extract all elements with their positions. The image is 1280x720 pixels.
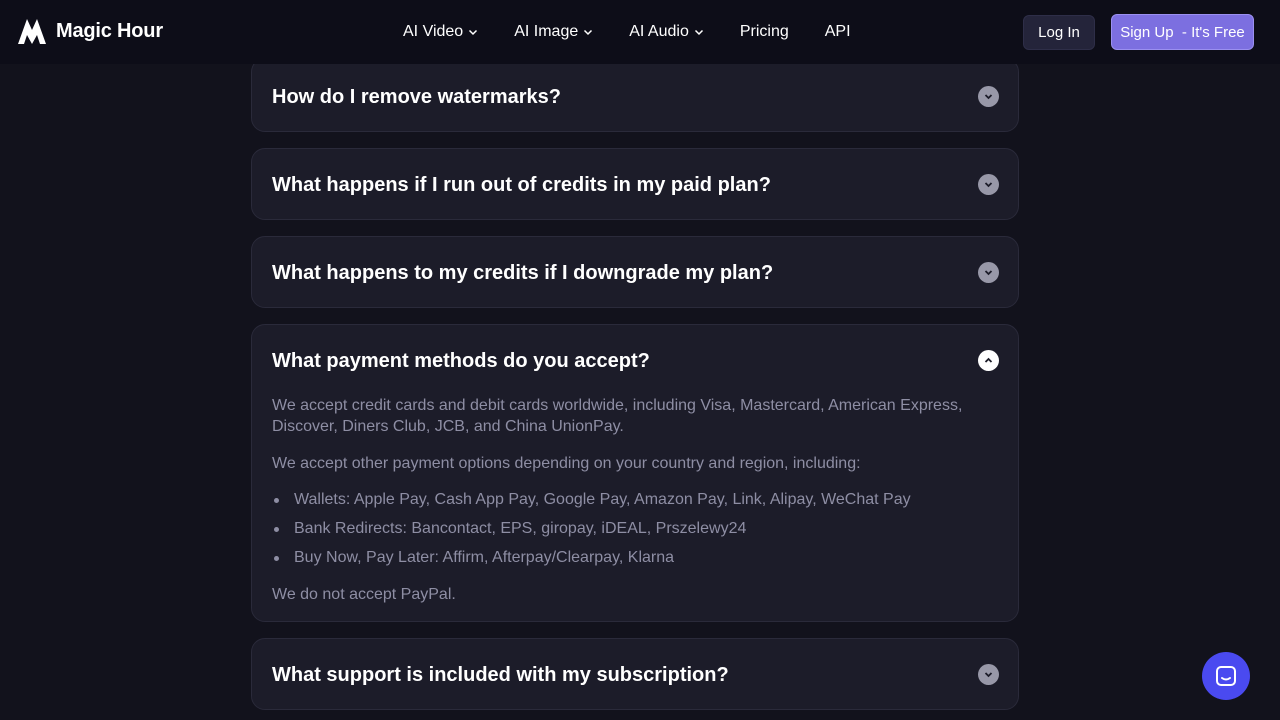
chevron-down-icon	[469, 29, 478, 36]
top-navbar: Magic Hour AI Video AI Image AI Audio Pr…	[0, 0, 1280, 64]
nav-ai-image[interactable]: AI Image	[514, 23, 593, 41]
main-nav: AI Video AI Image AI Audio Pricing API	[403, 0, 887, 64]
faq-question: What support is included with my subscri…	[272, 664, 729, 686]
brand-name: Magic Hour	[56, 19, 163, 42]
chevron-down-icon	[694, 29, 703, 36]
chat-launcher-button[interactable]	[1202, 652, 1250, 700]
nav-ai-video-label: AI Video	[403, 23, 464, 40]
payment-options-list: Wallets: Apple Pay, Cash App Pay, Google…	[272, 485, 972, 572]
list-item: Bank Redirects: Bancontact, EPS, giropay…	[272, 514, 972, 543]
nav-api[interactable]: API	[825, 23, 851, 41]
faq-question: What happens if I run out of credits in …	[272, 174, 771, 196]
faq-item-payment-methods[interactable]: What payment methods do you accept? We a…	[251, 324, 1019, 622]
page-scrollbar[interactable]	[1268, 64, 1280, 720]
nav-ai-image-label: AI Image	[514, 23, 579, 40]
faq-question: What happens to my credits if I downgrad…	[272, 262, 774, 284]
chevron-up-icon[interactable]	[978, 350, 999, 371]
chevron-down-icon[interactable]	[978, 664, 999, 685]
faq-item-downgrade-plan[interactable]: What happens to my credits if I downgrad…	[251, 236, 1019, 308]
faq-item-remove-watermarks[interactable]: How do I remove watermarks?	[251, 58, 1019, 132]
faq-question: How do I remove watermarks?	[272, 86, 561, 108]
chevron-down-icon[interactable]	[978, 262, 999, 283]
chevron-down-icon[interactable]	[978, 86, 999, 107]
nav-api-label: API	[824, 23, 851, 40]
nav-ai-video[interactable]: AI Video	[403, 23, 478, 41]
nav-ai-audio-label: AI Audio	[629, 23, 689, 40]
signup-button[interactable]: Sign Up - It's Free	[1111, 14, 1254, 50]
faq-question: What payment methods do you accept?	[272, 350, 650, 372]
magic-hour-logo-icon	[18, 19, 46, 44]
chevron-down-icon	[584, 29, 593, 36]
faq-answer-paragraph-paypal: We do not accept PayPal.	[272, 586, 456, 603]
login-button[interactable]: Log In	[1023, 15, 1095, 50]
brand-link[interactable]: Magic Hour	[16, 16, 163, 46]
list-item: Buy Now, Pay Later: Affirm, Afterpay/Cle…	[272, 543, 972, 572]
nav-pricing[interactable]: Pricing	[740, 23, 789, 41]
chat-icon	[1216, 666, 1236, 686]
chevron-down-icon[interactable]	[978, 174, 999, 195]
faq-answer-paragraph-options: We accept other payment options dependin…	[272, 455, 861, 472]
faq-item-support[interactable]: What support is included with my subscri…	[251, 638, 1019, 710]
faq-answer-paragraph-cards: We accept credit cards and debit cards w…	[272, 397, 963, 435]
faq-item-run-out-credits[interactable]: What happens if I run out of credits in …	[251, 148, 1019, 220]
nav-pricing-label: Pricing	[739, 23, 789, 40]
nav-ai-audio[interactable]: AI Audio	[629, 23, 704, 41]
list-item: Wallets: Apple Pay, Cash App Pay, Google…	[272, 485, 972, 514]
